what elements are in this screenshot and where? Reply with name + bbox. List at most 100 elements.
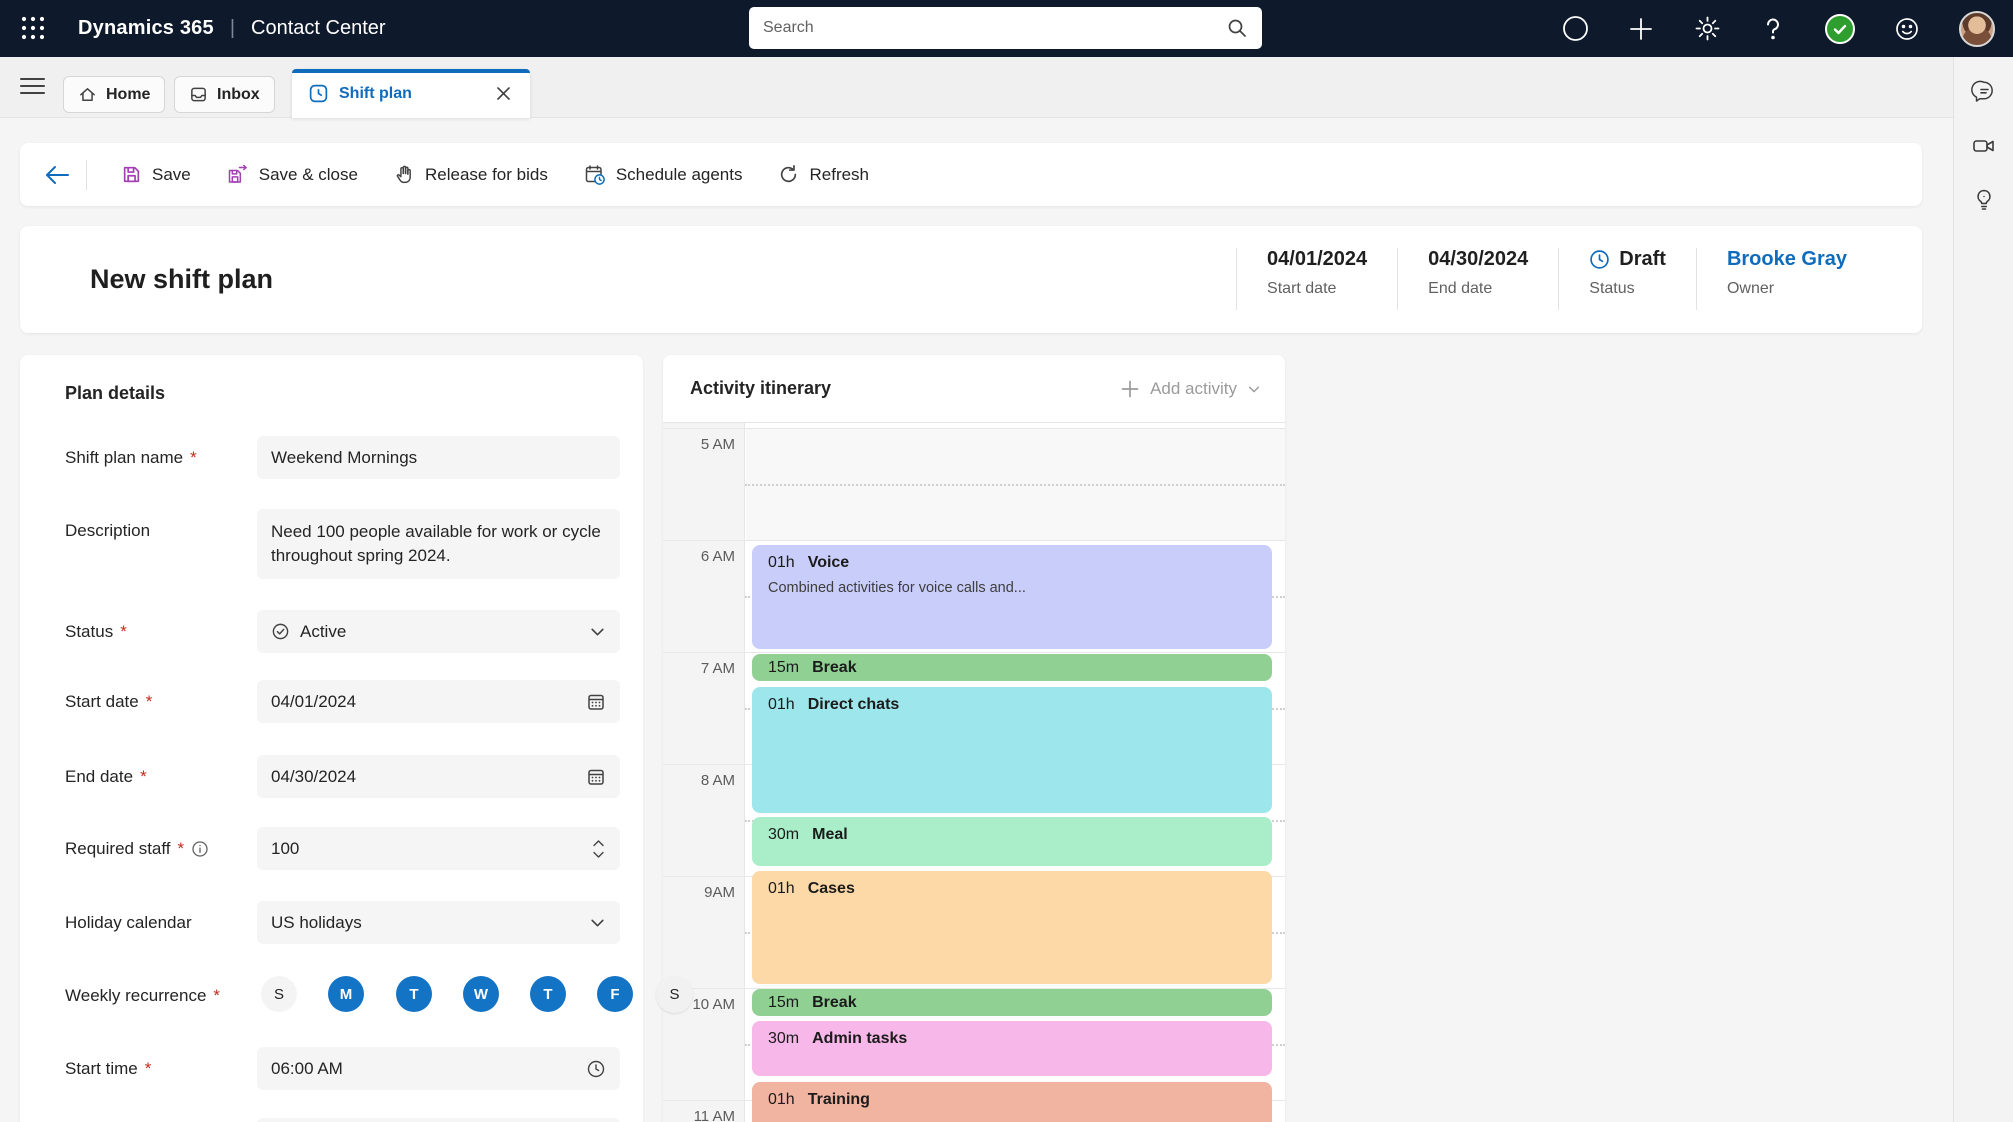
search-icon[interactable] xyxy=(1226,17,1248,39)
event-break[interactable]: 15m Break xyxy=(752,654,1272,681)
activity-itinerary-panel: Activity itinerary Add activity 5 AM 6 A… xyxy=(663,355,1285,1122)
site-map-hamburger-icon[interactable] xyxy=(20,77,45,95)
hour-label-7am: 7 AM xyxy=(700,660,735,677)
hour-label-5am: 5 AM xyxy=(700,436,735,453)
end-date-input[interactable]: 04/30/2024 xyxy=(257,755,620,798)
video-icon[interactable] xyxy=(1971,133,1997,159)
start-date-value: 04/01/2024 xyxy=(1267,248,1368,270)
status-label: Status xyxy=(1589,280,1635,297)
day-thursday[interactable]: T xyxy=(530,976,566,1012)
add-plus-icon[interactable] xyxy=(1627,15,1655,43)
event-duration: 01h xyxy=(768,554,795,571)
day-wednesday[interactable]: W xyxy=(463,976,499,1012)
tab-inbox[interactable]: Inbox xyxy=(174,76,275,113)
event-subtitle: Combined activities for voice calls and.… xyxy=(768,580,1026,596)
event-voice[interactable]: 01h Voice Combined activities for voice c… xyxy=(752,545,1272,649)
schedule-agents-label: Schedule agents xyxy=(615,164,743,184)
required-staff-label: Required staff * xyxy=(65,839,209,859)
owner-link[interactable]: Brooke Gray xyxy=(1727,248,1847,271)
status-value: Draft xyxy=(1619,248,1666,270)
required-asterisk: * xyxy=(213,986,221,1005)
app-launcher-waffle-icon[interactable] xyxy=(20,15,46,41)
status-circle-icon[interactable] xyxy=(1561,15,1589,43)
day-sunday[interactable]: S xyxy=(261,976,297,1012)
day-tuesday[interactable]: T xyxy=(396,976,432,1012)
plus-icon xyxy=(1120,379,1140,399)
back-arrow-icon[interactable] xyxy=(42,160,72,190)
clock-icon[interactable] xyxy=(586,1059,606,1079)
chevron-down-icon xyxy=(589,914,606,931)
day-monday[interactable]: M xyxy=(328,976,364,1012)
app-name[interactable]: Contact Center xyxy=(251,17,386,40)
start-date-input[interactable]: 04/01/2024 xyxy=(257,680,620,723)
owner-label: Owner xyxy=(1726,280,1775,297)
feedback-smiley-icon[interactable] xyxy=(1893,15,1921,43)
schedule-agents-button[interactable]: Schedule agents xyxy=(566,153,761,197)
event-cases[interactable]: 01h Cases xyxy=(752,871,1272,984)
shift-plan-name-input[interactable]: Weekend Mornings xyxy=(257,436,620,479)
calendar-icon[interactable] xyxy=(586,767,606,787)
hour-label-9am: 9AM xyxy=(704,884,735,901)
summary-owner: Brooke Gray Owner xyxy=(1695,248,1877,310)
end-date-value: 04/30/2024 xyxy=(1428,248,1529,270)
day-saturday-overflow[interactable]: S xyxy=(656,976,693,1013)
hour-line xyxy=(663,540,1285,541)
settings-gear-icon[interactable] xyxy=(1693,15,1721,43)
holiday-calendar-dropdown[interactable]: US holidays xyxy=(257,901,620,944)
event-meal[interactable]: 30m Meal xyxy=(752,817,1272,866)
chevron-down-icon xyxy=(1247,382,1261,396)
event-direct-chats[interactable]: 01h Direct chats xyxy=(752,687,1272,813)
description-input[interactable]: Need 100 people available for work or cy… xyxy=(257,509,620,579)
top-navbar: Dynamics 365 | Contact Center xyxy=(0,0,2013,57)
tab-close-icon[interactable] xyxy=(492,83,514,105)
hour-label-11am: 11 AM xyxy=(693,1108,735,1122)
next-field-partial-input[interactable] xyxy=(257,1118,620,1122)
tab-shift-plan-active[interactable]: Shift plan xyxy=(292,69,530,118)
hour-line xyxy=(663,428,1285,429)
schedule-grid: 5 AM 6 AM 7 AM 8 AM 9AM 10 AM 11 AM 01h V… xyxy=(663,423,1285,1122)
required-asterisk: * xyxy=(144,1059,152,1078)
required-staff-input[interactable]: 100 xyxy=(257,827,620,870)
start-date-label: Start date xyxy=(1267,280,1337,297)
start-time-input[interactable]: 06:00 AM xyxy=(257,1047,620,1090)
itinerary-header: Activity itinerary Add activity xyxy=(663,355,1285,423)
status-dropdown[interactable]: Active xyxy=(257,610,620,653)
refresh-button[interactable]: Refresh xyxy=(760,153,887,197)
page-title: New shift plan xyxy=(90,264,274,294)
release-for-bids-button[interactable]: Release for bids xyxy=(376,153,566,197)
required-asterisk: * xyxy=(145,692,153,711)
user-avatar[interactable] xyxy=(1959,10,1995,47)
required-asterisk: * xyxy=(140,767,147,786)
product-name[interactable]: Dynamics 365 xyxy=(78,17,214,40)
calendar-icon[interactable] xyxy=(586,692,606,712)
brand-divider: | xyxy=(229,17,236,39)
search-input[interactable] xyxy=(763,19,1226,37)
save-and-close-label: Save & close xyxy=(258,164,358,184)
required-asterisk: * xyxy=(177,839,185,858)
tab-home[interactable]: Home xyxy=(63,76,166,113)
description-label: Description xyxy=(65,521,151,540)
chat-icon[interactable] xyxy=(1971,79,1997,105)
hand-icon xyxy=(394,164,415,185)
calendar-clock-icon xyxy=(584,164,606,186)
help-icon[interactable] xyxy=(1759,15,1787,43)
event-training[interactable]: 01h Training xyxy=(752,1082,1272,1122)
global-search[interactable] xyxy=(749,7,1262,49)
tab-inbox-label: Inbox xyxy=(217,85,260,103)
save-and-close-button[interactable]: Save & close xyxy=(209,153,376,197)
summary-end-date: 04/30/2024 End date xyxy=(1397,248,1558,310)
event-break-2[interactable]: 15m Break xyxy=(752,989,1272,1016)
number-stepper[interactable] xyxy=(591,838,606,860)
event-admin-tasks[interactable]: 30m Admin tasks xyxy=(752,1021,1272,1076)
summary-status: Draft Status xyxy=(1558,248,1696,310)
holiday-calendar-label: Holiday calendar xyxy=(65,913,192,932)
half-hour-line xyxy=(745,484,1285,486)
shift-plan-tab-icon xyxy=(308,83,329,104)
day-friday[interactable]: F xyxy=(597,976,633,1012)
tab-shift-plan-label: Shift plan xyxy=(339,84,412,102)
lightbulb-icon[interactable] xyxy=(1971,187,1997,213)
presence-available-icon[interactable] xyxy=(1825,13,1855,44)
save-button[interactable]: Save xyxy=(103,153,209,197)
add-activity-button[interactable]: Add activity xyxy=(1120,379,1261,399)
info-icon[interactable] xyxy=(191,840,209,858)
